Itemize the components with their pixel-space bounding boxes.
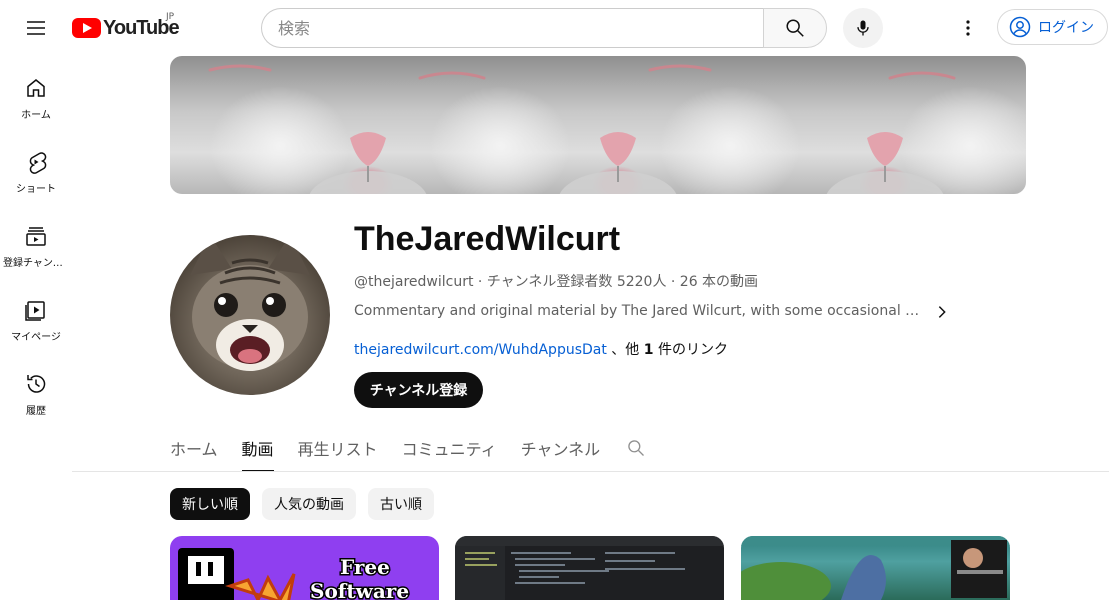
- mini-guide: ホーム ショート 登録チャンネル マイページ 履歴: [0, 56, 72, 426]
- description-expand-button[interactable]: [930, 300, 954, 324]
- kitten-avatar-image: [190, 235, 310, 371]
- other-links-suffix[interactable]: 件のリンク: [654, 342, 728, 358]
- voice-search-button[interactable]: [843, 8, 883, 48]
- hamburger-icon: [27, 21, 45, 35]
- search-box: [261, 8, 764, 48]
- video-thumbnail[interactable]: Free Software: [170, 536, 439, 600]
- subscriptions-icon: [26, 227, 46, 246]
- channel-search-button[interactable]: [612, 424, 660, 472]
- search-icon: [786, 19, 804, 37]
- more-vertical-icon: [966, 20, 970, 36]
- tab-channels[interactable]: チャンネル: [509, 424, 613, 472]
- channel-avatar: [170, 235, 330, 395]
- chip-popular[interactable]: 人気の動画: [262, 488, 356, 520]
- sidebar-item-shorts[interactable]: ショート: [0, 130, 72, 204]
- video-thumbnail[interactable]: [741, 536, 1010, 600]
- youtube-logo[interactable]: YouTube JP: [72, 12, 180, 40]
- sidebar-item-label: 履歴: [26, 406, 46, 417]
- sidebar-item-subscriptions[interactable]: 登録チャンネル: [0, 204, 72, 278]
- channel-link[interactable]: thejaredwilcurt.com/WuhdAppusDat: [354, 342, 607, 358]
- account-circle-icon: [1009, 16, 1031, 38]
- sidebar-item-you[interactable]: マイページ: [0, 278, 72, 352]
- masthead: YouTube JP ログイン: [0, 0, 1109, 56]
- channel-banner: [170, 56, 1026, 194]
- sidebar-item-label: マイページ: [11, 332, 61, 343]
- sidebar-item-home[interactable]: ホーム: [0, 56, 72, 130]
- channel-links: thejaredwilcurt.com/WuhdAppusDat 、他 1 件の…: [354, 339, 728, 359]
- chip-latest[interactable]: 新しい順: [170, 488, 250, 520]
- guide-menu-button[interactable]: [16, 8, 56, 48]
- sign-in-label: ログイン: [1038, 20, 1094, 36]
- sidebar-item-history[interactable]: 履歴: [0, 352, 72, 426]
- other-links-count: 1: [643, 342, 654, 358]
- sidebar-item-label: ショート: [16, 184, 56, 195]
- sort-chips: 新しい順 人気の動画 古い順: [170, 488, 434, 520]
- sidebar-item-label: 登録チャンネル: [3, 258, 69, 269]
- history-icon: [27, 375, 46, 393]
- thumbnail-art: Free Software: [178, 548, 411, 600]
- home-icon: [27, 79, 45, 97]
- settings-more-button[interactable]: [948, 8, 988, 48]
- tab-home[interactable]: ホーム: [170, 424, 230, 472]
- search-icon: [628, 440, 645, 456]
- other-links-prefix: 、他: [606, 342, 644, 358]
- tab-playlists[interactable]: 再生リスト: [286, 424, 390, 472]
- tab-videos[interactable]: 動画: [230, 424, 286, 472]
- chip-oldest[interactable]: 古い順: [368, 488, 434, 520]
- channel-tabs: ホーム 動画 再生リスト コミュニティ チャンネル: [170, 424, 660, 472]
- you-icon: [25, 301, 45, 321]
- banner-cat-faces-image: [208, 64, 956, 194]
- thumbnail-text-line2: Software: [310, 579, 409, 600]
- chevron-right-icon: [938, 306, 946, 318]
- search-input[interactable]: [262, 9, 764, 47]
- shorts-icon: [29, 152, 47, 174]
- sign-in-button[interactable]: ログイン: [997, 9, 1108, 45]
- video-thumbnail[interactable]: [455, 536, 724, 600]
- microphone-icon: [857, 20, 869, 36]
- code-editor-screenshot: [455, 536, 724, 600]
- channel-description[interactable]: Commentary and original material by The …: [354, 303, 924, 319]
- sidebar-item-label: ホーム: [21, 110, 51, 121]
- logo-region-code: JP: [166, 12, 175, 22]
- thumbnail-text-line1: Free: [340, 555, 390, 579]
- subscribe-button[interactable]: チャンネル登録: [354, 372, 483, 408]
- tab-community[interactable]: コミュニティ: [390, 424, 509, 472]
- channel-metadata: @thejaredwilcurt · チャンネル登録者数 5220人 · 26 …: [354, 274, 759, 290]
- youtube-play-icon: [72, 18, 101, 38]
- game-stream-screenshot: [741, 536, 1010, 600]
- channel-name: TheJaredWilcurt: [354, 220, 621, 258]
- tabs-divider: [72, 471, 1109, 472]
- search-button[interactable]: [763, 8, 827, 48]
